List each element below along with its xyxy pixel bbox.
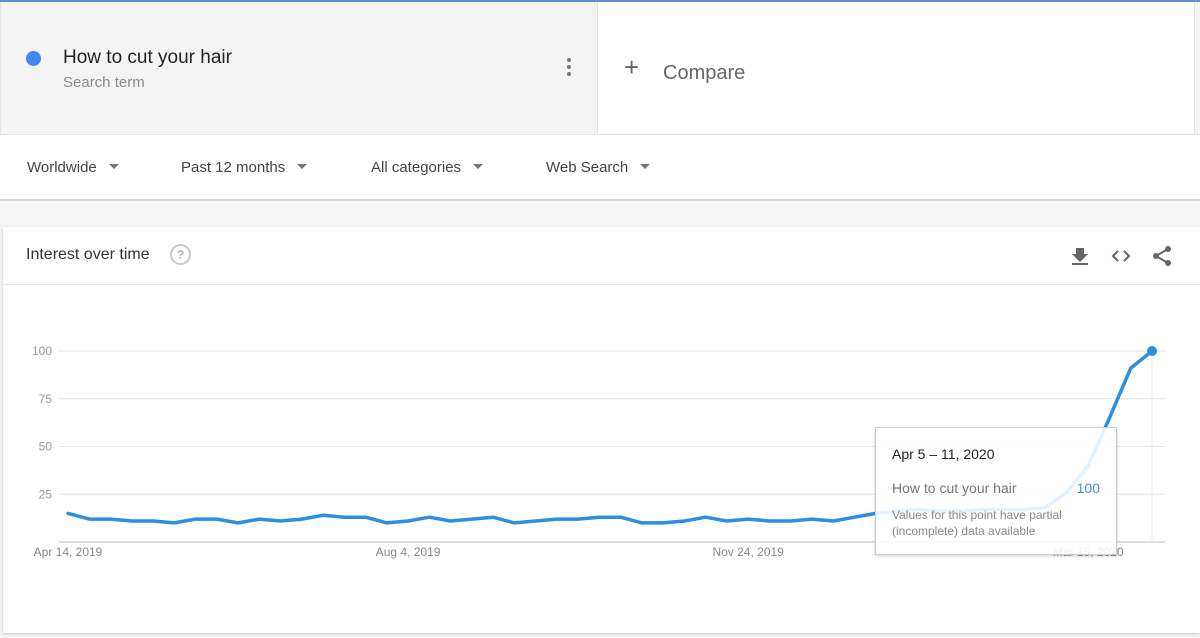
y-tick-label: 75 [39, 392, 53, 406]
x-tick-label: Apr 14, 2019 [34, 545, 103, 559]
tooltip-note: Values for this point have partial (inco… [892, 508, 1062, 538]
chart-tooltip: Apr 5 – 11, 2020 How to cut your hair 10… [875, 427, 1117, 555]
x-tick-label: Nov 24, 2019 [712, 545, 784, 559]
y-tick-label: 25 [39, 487, 53, 501]
tooltip-value: 100 [1076, 480, 1100, 496]
x-tick-label: Aug 4, 2019 [376, 545, 441, 559]
tooltip-date: Apr 5 – 11, 2020 [892, 446, 995, 462]
y-tick-label: 50 [39, 440, 53, 454]
highlighted-data-point [1147, 346, 1157, 356]
y-tick-label: 100 [32, 344, 52, 358]
tooltip-term: How to cut your hair [892, 480, 1017, 496]
